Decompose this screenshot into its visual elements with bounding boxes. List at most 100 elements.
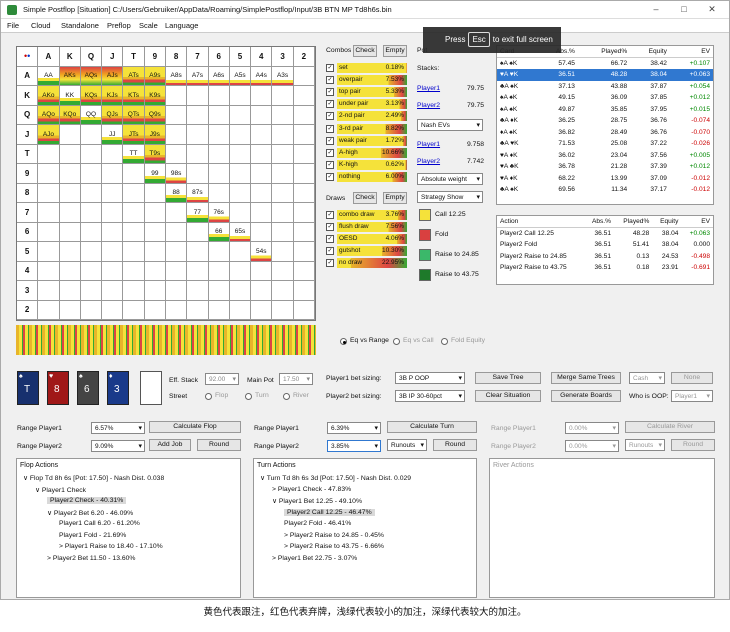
combos-row[interactable]: ✓top pair5.33% xyxy=(326,87,406,97)
turn-range-p2[interactable]: 3.85% xyxy=(327,440,381,452)
table-row[interactable]: ♠A ♠K49.1536.0937.85+0.012 xyxy=(497,92,713,104)
action_table-header[interactable]: Equity xyxy=(652,216,681,228)
p2-sizing-select[interactable]: 3B IP 30-60pct xyxy=(395,390,465,402)
draws-empty-button[interactable]: Empty xyxy=(383,192,407,204)
table-row[interactable]: ♣A ♠K69.5611.3437.17-0.012 xyxy=(497,184,713,196)
merge-trees-button[interactable]: Merge Same Trees xyxy=(551,372,621,384)
hand-cell[interactable] xyxy=(294,125,315,145)
hand-cell[interactable] xyxy=(230,301,251,321)
table-row[interactable]: ♠A ♠K49.8735.8537.95+0.015 xyxy=(497,104,713,116)
hand-cell[interactable] xyxy=(251,184,272,204)
table-row[interactable]: ♥A ♣K36.7821.2837.39+0.012 xyxy=(497,161,713,173)
hand-cell[interactable] xyxy=(187,106,208,126)
table-row[interactable]: ♦A ♠K36.8228.4936.76-0.070 xyxy=(497,127,713,139)
hand-cell[interactable] xyxy=(251,262,272,282)
combos-checkbox[interactable]: ✓ xyxy=(326,64,334,72)
hand-cell[interactable] xyxy=(294,223,315,243)
table-row[interactable]: ♣A ♦K36.2528.7536.76-0.074 xyxy=(497,115,713,127)
table-row[interactable]: Player2 Raise to 43.7536.510.1823.91-0.6… xyxy=(497,262,713,274)
hand-cell[interactable] xyxy=(166,262,187,282)
tree-node[interactable]: Player1 Fold - 21.69% xyxy=(59,532,126,539)
hand-cell[interactable] xyxy=(230,281,251,301)
table-row[interactable]: ♣A ♠K37.1343.8837.87+0.054 xyxy=(497,81,713,93)
hand-cell[interactable]: 77 xyxy=(187,203,208,223)
hand-cell[interactable]: 87s xyxy=(187,184,208,204)
hand-cell[interactable] xyxy=(251,86,272,106)
hand-cell[interactable] xyxy=(230,86,251,106)
hand-cell[interactable]: A8s xyxy=(166,67,187,87)
hand-cell[interactable] xyxy=(38,301,59,321)
combos-row[interactable]: ✓A-high10.66% xyxy=(326,148,406,158)
hand-cell[interactable] xyxy=(294,184,315,204)
combos-checkbox[interactable]: ✓ xyxy=(326,161,334,169)
hand-cell[interactable] xyxy=(209,281,230,301)
menu-preflop[interactable]: Preflop xyxy=(107,21,131,30)
hand-cell[interactable] xyxy=(294,242,315,262)
who-oop-select[interactable]: Player1 xyxy=(671,390,713,402)
hand-cell[interactable] xyxy=(123,262,144,282)
combos-checkbox[interactable]: ✓ xyxy=(326,149,334,157)
hand-cell[interactable] xyxy=(81,184,102,204)
hand-cell[interactable]: A6s xyxy=(209,67,230,87)
hand-cell[interactable]: 65s xyxy=(230,223,251,243)
hand-cell[interactable] xyxy=(145,242,166,262)
hand-cell[interactable] xyxy=(81,203,102,223)
hand-cell[interactable] xyxy=(60,262,81,282)
hand-cell[interactable] xyxy=(166,125,187,145)
hand-cell[interactable] xyxy=(209,242,230,262)
tree-node[interactable]: > Player1 Bet 22.75 - 3.07% xyxy=(272,555,357,562)
street-turn-radio[interactable] xyxy=(245,393,252,400)
calculate-turn-button[interactable]: Calculate Turn xyxy=(387,421,477,433)
menu-scale[interactable]: Scale xyxy=(139,21,158,30)
hand-cell[interactable]: 88 xyxy=(166,184,187,204)
hand-cell[interactable] xyxy=(166,86,187,106)
hand-cell[interactable] xyxy=(272,301,293,321)
hand-cell[interactable] xyxy=(251,223,272,243)
hand-cell[interactable] xyxy=(230,262,251,282)
hand-cell[interactable] xyxy=(60,281,81,301)
none-button[interactable]: None xyxy=(671,372,713,384)
tree-node[interactable]: ∨ Flop Td 8h 6s [Pot: 17.50] - Nash Dist… xyxy=(23,474,164,482)
hand-cell[interactable] xyxy=(294,164,315,184)
card-table[interactable]: CardAbs.%Played%EquityEV♠A ♠K57.4566.723… xyxy=(496,45,714,205)
card_table-header[interactable]: Equity xyxy=(630,46,670,58)
hand-cell[interactable]: AQs xyxy=(81,67,102,87)
combos-checkbox[interactable]: ✓ xyxy=(326,100,334,108)
draws-row[interactable]: ✓OESD4.06% xyxy=(326,234,406,244)
hand-cell[interactable] xyxy=(145,223,166,243)
combos-row[interactable]: ✓3-rd pair8.82% xyxy=(326,124,406,134)
hand-cell[interactable] xyxy=(102,281,123,301)
hand-cell[interactable] xyxy=(230,164,251,184)
board-card[interactable]: ♠T xyxy=(17,371,39,405)
combos-row[interactable]: ✓under pair3.13% xyxy=(326,99,406,109)
draws-checkbox[interactable]: ✓ xyxy=(326,211,334,219)
hand-cell[interactable] xyxy=(166,281,187,301)
hand-cell[interactable] xyxy=(209,145,230,165)
hand-cell[interactable]: ATs xyxy=(123,67,144,87)
hand-cell[interactable]: QQ xyxy=(81,106,102,126)
board-card[interactable]: ♦3 xyxy=(107,371,129,405)
turn-range-p1[interactable]: 6.39% xyxy=(327,422,381,434)
hand-cell[interactable] xyxy=(294,106,315,126)
main-pot-input[interactable]: 17.50 xyxy=(279,373,313,385)
hand-cell[interactable]: KTs xyxy=(123,86,144,106)
menu-file[interactable]: File xyxy=(7,21,19,30)
river-round-button[interactable]: Round xyxy=(671,439,715,451)
hand-cell[interactable] xyxy=(187,301,208,321)
hand-cell[interactable]: 54s xyxy=(251,242,272,262)
hand-cell[interactable] xyxy=(60,125,81,145)
hand-cell[interactable] xyxy=(81,223,102,243)
hand-cell[interactable] xyxy=(294,145,315,165)
clear-situation-button[interactable]: Clear Situation xyxy=(475,390,541,402)
hand-cell[interactable] xyxy=(230,106,251,126)
hand-cell[interactable] xyxy=(272,86,293,106)
table-row[interactable]: Player2 Raise to 24.8536.510.1324.53-0.4… xyxy=(497,251,713,263)
hand-cell[interactable] xyxy=(187,164,208,184)
hand-cell[interactable] xyxy=(230,125,251,145)
calculate-river-button[interactable]: Calculate River xyxy=(625,421,715,433)
tree-node[interactable]: ∨ Player1 Bet 12.25 - 49.10% xyxy=(272,497,362,505)
hand-cell[interactable] xyxy=(251,106,272,126)
hand-cell[interactable] xyxy=(209,184,230,204)
combos-checkbox[interactable]: ✓ xyxy=(326,125,334,133)
hand-cell[interactable] xyxy=(60,145,81,165)
